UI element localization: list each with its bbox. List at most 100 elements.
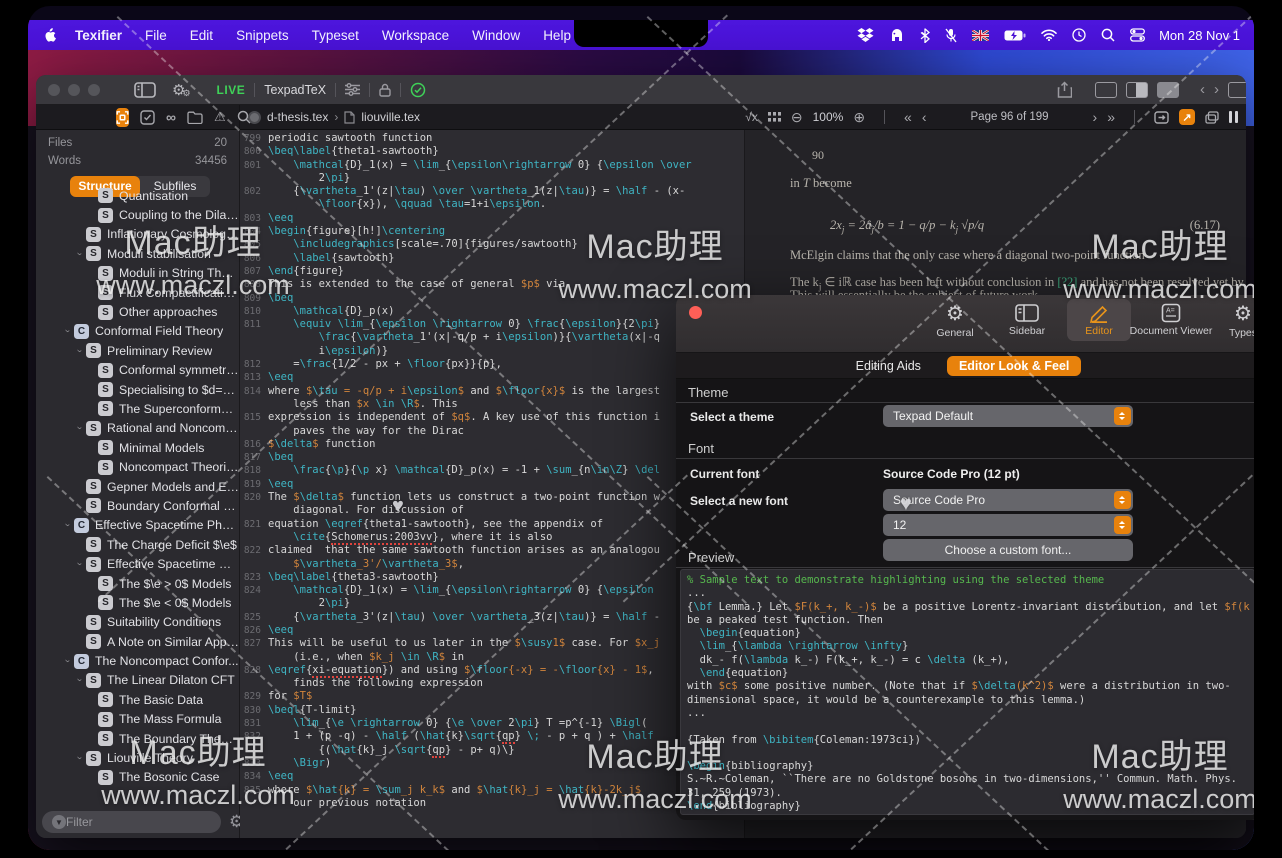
- structure-item[interactable]: SConformal symmetry ...: [36, 361, 239, 380]
- editor-line[interactable]: 804\begin{figure}[h!]\centering: [240, 225, 744, 238]
- menubar-clock[interactable]: Mon 28 Nov 1: [1159, 28, 1240, 43]
- editor-line[interactable]: \cite{Schomerus:2003vv}, where it is als…: [240, 531, 744, 544]
- editor-line[interactable]: 835where $\hat{k} = \sum_j k_k$ and $\ha…: [240, 784, 744, 797]
- dialog-close-button[interactable]: [689, 306, 702, 319]
- breadcrumb-root[interactable]: d-thesis.tex: [267, 110, 328, 124]
- sidebar-toggle-icon[interactable]: [134, 82, 156, 98]
- editor-line[interactable]: 2\pi}: [240, 172, 744, 185]
- structure-item[interactable]: SA Note on Similar Appr...: [36, 632, 239, 651]
- editor-line[interactable]: finds the following expression: [240, 677, 744, 690]
- editor-line[interactable]: 828\eqref{xi-equation}) and using $\floo…: [240, 664, 744, 677]
- tab-editing-aids[interactable]: Editing Aids: [856, 359, 921, 373]
- chevron-down-icon[interactable]: ›: [63, 325, 73, 337]
- editor-line[interactable]: 799periodic sawtooth function: [240, 132, 744, 145]
- share-icon[interactable]: [1057, 81, 1072, 98]
- chevron-down-icon[interactable]: ›: [75, 422, 85, 434]
- structure-item[interactable]: SInflationary Cosmology ...: [36, 225, 239, 244]
- thumbnail-grid-icon[interactable]: [768, 112, 781, 122]
- editor-line[interactable]: 829for $T$: [240, 690, 744, 703]
- structure-item[interactable]: ›SRational and Noncompa...: [36, 419, 239, 438]
- equation-preview-icon[interactable]: √x: [745, 110, 758, 124]
- chevron-down-icon[interactable]: ›: [75, 345, 85, 357]
- structure-item[interactable]: SGepner Models and Exa...: [36, 477, 239, 496]
- structure-item[interactable]: SThe Charge Deficit $\e$: [36, 535, 239, 554]
- structure-item[interactable]: SNoncompact Theories: [36, 457, 239, 476]
- bluetooth-icon[interactable]: [920, 28, 930, 43]
- files-mode-icon[interactable]: [187, 111, 203, 124]
- structure-item[interactable]: SThe Superconformal ...: [36, 399, 239, 418]
- structure-item[interactable]: SThe Boundary Theory...: [36, 729, 239, 748]
- minimize-button[interactable]: [68, 84, 80, 96]
- structure-item[interactable]: SBoundary Conformal Fi...: [36, 496, 239, 515]
- clock-icon[interactable]: [1072, 28, 1086, 42]
- editor-line[interactable]: 831 \lim_{\e \rightarrow 0} {\e \over 2\…: [240, 717, 744, 730]
- menu-workspace[interactable]: Workspace: [382, 28, 449, 43]
- prev-page-icon[interactable]: ‹: [922, 109, 927, 125]
- editor-line[interactable]: 814where $\tau = -q/p + i\epsilon$ and $…: [240, 385, 744, 398]
- structure-mode-button[interactable]: [116, 108, 129, 127]
- close-button[interactable]: [48, 84, 60, 96]
- editor-line[interactable]: 812 =\frac{1/2 - px + \floor{px}}{p},: [240, 358, 744, 371]
- menu-typeset[interactable]: Typeset: [312, 28, 359, 43]
- theme-dropdown[interactable]: Texpad Default: [883, 405, 1133, 427]
- typeset-options-sliders-icon[interactable]: [345, 83, 360, 96]
- structure-item[interactable]: SQuantisation: [36, 186, 239, 205]
- zoom-in-icon[interactable]: ⊕: [853, 109, 865, 126]
- editor-line[interactable]: 826\eeq: [240, 624, 744, 637]
- structure-item[interactable]: SThe $\e > 0$ Models: [36, 574, 239, 593]
- chevron-down-icon[interactable]: ›: [63, 519, 73, 531]
- launcher-icon[interactable]: [889, 28, 905, 42]
- editor-line[interactable]: 823\beq\label{theta3-sawtooth}: [240, 571, 744, 584]
- font-dropdown[interactable]: Source Code Pro: [883, 489, 1133, 511]
- choose-custom-font-button[interactable]: Choose a custom font...: [883, 539, 1133, 561]
- battery-icon[interactable]: [1004, 30, 1026, 41]
- last-page-icon[interactable]: »: [1107, 109, 1115, 125]
- live-typeset-indicator[interactable]: LIVE: [217, 83, 246, 97]
- editor-line[interactable]: 2\pi}: [240, 597, 744, 610]
- editor-line[interactable]: 806 \label{sawtooth}: [240, 252, 744, 265]
- first-page-icon[interactable]: «: [904, 109, 912, 125]
- typeset-engine-label[interactable]: TexpadTeX: [264, 83, 326, 97]
- structure-item[interactable]: SModuli in String Theory: [36, 264, 239, 283]
- input-flag-icon[interactable]: [972, 30, 989, 41]
- history-forward-icon[interactable]: ›: [1214, 81, 1219, 98]
- extra-view-button[interactable]: [1228, 82, 1246, 98]
- editor-line[interactable]: 834\eeq: [240, 770, 744, 783]
- structure-item[interactable]: SThe Basic Data: [36, 690, 239, 709]
- history-back-icon[interactable]: ‹: [1200, 81, 1205, 98]
- lock-icon[interactable]: [379, 83, 391, 97]
- prefs-tab-general[interactable]: ⚙General: [923, 299, 987, 343]
- structure-item[interactable]: ›SThe Linear Dilaton CFT: [36, 671, 239, 690]
- structure-item[interactable]: SFlux Compactificatio...: [36, 283, 239, 302]
- editor-line[interactable]: 825 {\vartheta_3'(z|\tau) \over \varthet…: [240, 611, 744, 624]
- chevron-down-icon[interactable]: ›: [75, 248, 85, 260]
- structure-item[interactable]: SOther approaches: [36, 302, 239, 321]
- editor-line[interactable]: (i.e., when $k_j \in \R$ in: [240, 651, 744, 664]
- issues-mode-icon[interactable]: ⚠: [214, 109, 226, 125]
- mic-off-icon[interactable]: [945, 28, 957, 43]
- structure-item[interactable]: ›CConformal Field Theory: [36, 322, 239, 341]
- editor-line[interactable]: 817\beq: [240, 451, 744, 464]
- editor-line[interactable]: 805 \includegraphics[scale=.70]{figures/…: [240, 238, 744, 251]
- editor-line[interactable]: 822claimed that the same sawtooth functi…: [240, 544, 744, 557]
- editor-line[interactable]: our previous notation: [240, 797, 744, 810]
- editor-line[interactable]: 821equation \eqref{theta1-sawtooth}, see…: [240, 518, 744, 531]
- editor-line[interactable]: 815expression is independent of $q$. A k…: [240, 411, 744, 424]
- editor-line[interactable]: 816$\delta$ function: [240, 438, 744, 451]
- chevron-down-icon[interactable]: ›: [75, 674, 85, 686]
- editor-line[interactable]: $\vartheta_3'/\vartheta_3$,: [240, 558, 744, 571]
- editor-line[interactable]: 819\eeq: [240, 478, 744, 491]
- todo-mode-icon[interactable]: [140, 110, 155, 125]
- editor-line[interactable]: 818 \frac{\p}{\p x} \mathcal{D}_p(x) = -…: [240, 464, 744, 477]
- breadcrumb-file[interactable]: liouville.tex: [361, 110, 420, 124]
- editor-line[interactable]: 810 \mathcal{D}_p(x): [240, 305, 744, 318]
- zoom-level[interactable]: 100%: [813, 110, 844, 124]
- editor-line[interactable]: \frac{\vartheta_1'(x|-q/p + i\epsilon)}{…: [240, 331, 744, 344]
- editor-line[interactable]: diagonal. For discussion of: [240, 504, 744, 517]
- menu-file[interactable]: File: [145, 28, 167, 43]
- prefs-tab-sidebar[interactable]: Sidebar: [995, 299, 1059, 341]
- prefs-tab-editor[interactable]: Editor: [1067, 299, 1131, 341]
- structure-item[interactable]: ›SLiouville Theory: [36, 748, 239, 767]
- search-icon[interactable]: [1101, 28, 1115, 42]
- chevron-down-icon[interactable]: ›: [75, 558, 85, 570]
